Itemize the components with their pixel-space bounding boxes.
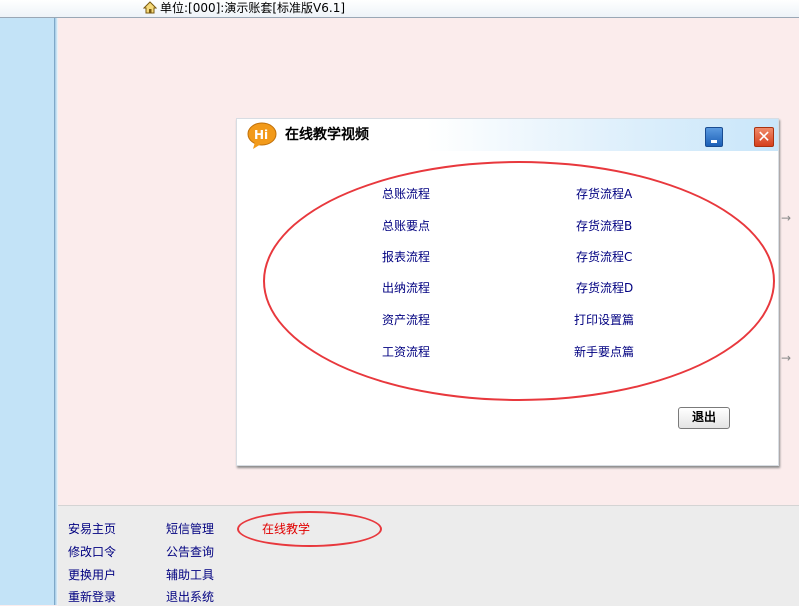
menu-link-relogin[interactable]: 重新登录 <box>68 590 116 604</box>
menu-link-sms-management[interactable]: 短信管理 <box>166 522 214 536</box>
menu-link-announcements[interactable]: 公告查询 <box>166 545 214 559</box>
arrow-right-icon: → <box>781 351 792 365</box>
video-link-report-flow[interactable]: 报表流程 <box>382 250 430 264</box>
annotation-ellipse <box>237 511 382 547</box>
menu-link-switch-user[interactable]: 更换用户 <box>68 568 116 582</box>
close-button[interactable]: ✕ <box>754 127 774 147</box>
left-sidebar <box>0 18 55 605</box>
video-link-print-settings[interactable]: 打印设置篇 <box>574 313 634 327</box>
annotation-ellipse <box>263 161 775 401</box>
hi-chat-icon: Hi <box>247 122 277 149</box>
video-link-general-ledger-flow[interactable]: 总账流程 <box>382 187 430 201</box>
unit-label: 单位:[000]:演示账套[标准版V6.1] <box>160 1 346 15</box>
video-link-inventory-b[interactable]: 存货流程B <box>576 219 632 233</box>
video-link-general-ledger-tips[interactable]: 总账要点 <box>382 219 430 233</box>
menu-link-change-password[interactable]: 修改口令 <box>68 545 116 559</box>
video-link-inventory-a[interactable]: 存货流程A <box>576 187 632 201</box>
video-link-inventory-d[interactable]: 存货流程D <box>576 281 633 295</box>
exit-button[interactable]: 退出 <box>678 407 730 429</box>
video-link-cashier-flow[interactable]: 出纳流程 <box>382 281 430 295</box>
dialog-title: 在线教学视频 <box>285 127 369 143</box>
top-status-bar: 单位:[000]:演示账套[标准版V6.1] <box>0 0 799 18</box>
svg-text:Hi: Hi <box>254 128 268 142</box>
dialog-header: Hi 在线教学视频 ✕ <box>237 119 778 151</box>
menu-link-exit-system[interactable]: 退出系统 <box>166 590 214 604</box>
video-link-inventory-c[interactable]: 存货流程C <box>576 250 632 264</box>
arrow-right-icon: → <box>781 211 792 225</box>
menu-link-tools[interactable]: 辅助工具 <box>166 568 214 582</box>
minimize-button[interactable] <box>705 127 723 147</box>
video-link-beginner-tips[interactable]: 新手要点篇 <box>574 345 634 359</box>
video-link-payroll-flow[interactable]: 工资流程 <box>382 345 430 359</box>
home-icon <box>143 1 157 14</box>
menu-link-anyi-home[interactable]: 安易主页 <box>68 522 116 536</box>
video-link-assets-flow[interactable]: 资产流程 <box>382 313 430 327</box>
online-teaching-dialog: Hi 在线教学视频 ✕ 总账流程 总账要点 报表流程 出纳流程 资产流程 工资流… <box>236 118 779 466</box>
